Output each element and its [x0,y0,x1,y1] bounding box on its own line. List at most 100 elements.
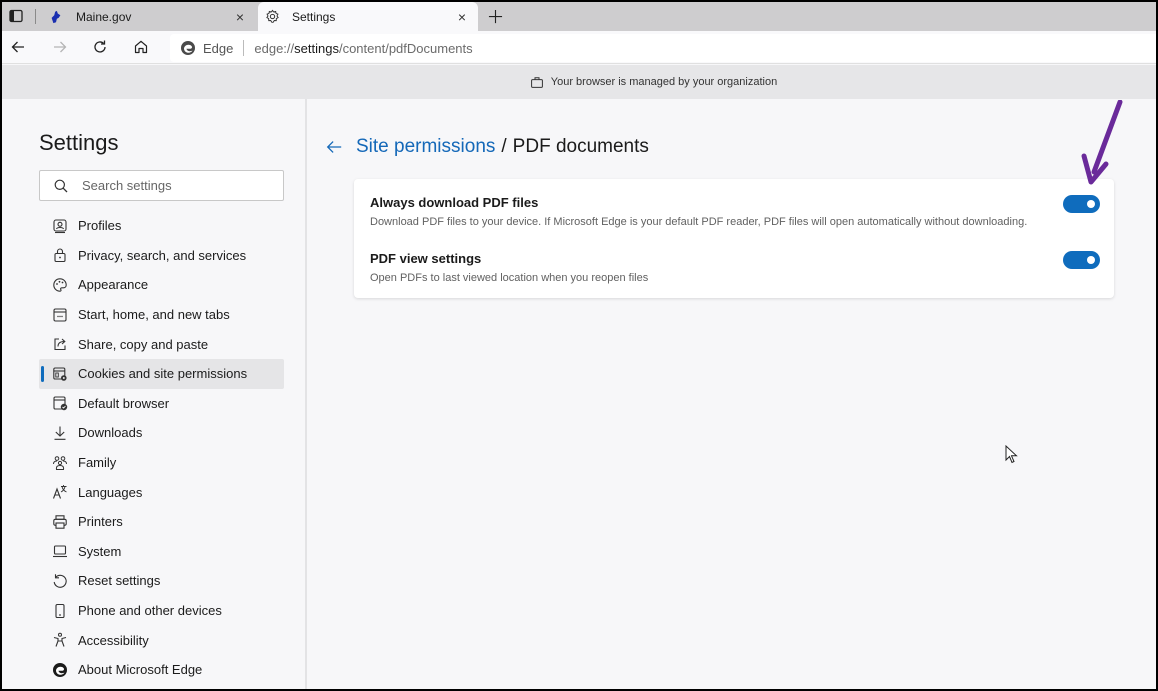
breadcrumb: Site permissions / PDF documents [325,136,649,158]
url-prefix: edge:// [254,40,295,56]
home-button[interactable] [129,35,153,59]
pdf-view-settings-toggle[interactable] [1063,251,1100,269]
settings-nav-list: Profiles Privacy, search, and services A… [39,211,284,685]
accessibility-icon [52,632,68,648]
back-button[interactable] [6,35,30,59]
sidebar-item-appearance[interactable]: Appearance [39,270,284,300]
edge-logo-icon [52,662,68,678]
settings-main-pane: Site permissions / PDF documents Always … [309,99,1156,689]
maine-state-icon [48,9,64,25]
close-tab-icon[interactable]: × [454,9,470,25]
sidebar-item-languages[interactable]: Languages [39,477,284,507]
cookies-permissions-icon [52,366,68,382]
forward-button[interactable] [48,35,72,59]
share-icon [52,336,68,352]
site-identity-label: Edge [203,40,234,56]
setting-always-download-pdf: Always download PDF files Download PDF f… [370,195,1100,228]
sidebar-item-label: Phone and other devices [78,603,222,619]
sidebar-item-cookies-site-permissions[interactable]: Cookies and site permissions [39,358,284,389]
briefcase-icon [530,76,543,88]
setting-title: PDF view settings [370,251,482,266]
managed-banner-text: Your browser is managed by your organiza… [550,76,778,88]
phone-icon [52,603,68,619]
managed-banner: Your browser is managed by your organiza… [2,65,1156,99]
back-to-site-permissions-button[interactable] [325,137,345,157]
profile-icon [52,218,68,234]
tab-divider [35,9,36,24]
tab-settings[interactable]: Settings × [258,2,478,31]
address-separator [243,40,245,56]
page-title: PDF documents [512,136,649,157]
sidebar-item-label: System [78,543,122,559]
navigation-bar: Edge edge://settings/content/pdfDocument… [2,31,1156,64]
tab-maine-gov[interactable]: Maine.gov × [42,2,256,31]
arrow-left-icon [11,41,24,53]
default-browser-icon [52,395,68,411]
settings-sidebar: Settings Profiles Privacy, search, and s… [2,99,307,689]
sidebar-item-label: Appearance [78,277,149,293]
edge-logo-icon [180,40,196,56]
sidebar-item-accessibility[interactable]: Accessibility [39,625,284,655]
sidebar-item-label: Share, copy and paste [78,336,209,352]
sidebar-item-system[interactable]: System [39,537,284,567]
url-text[interactable]: edge://settings/content/pdfDocuments [254,41,472,56]
sidebar-title: Settings [39,130,119,155]
lock-icon [52,247,68,263]
search-settings-box[interactable] [39,170,284,201]
setting-pdf-view: PDF view settings Open PDFs to last view… [370,251,1100,284]
sidebar-item-family[interactable]: Family [39,448,284,478]
setting-description: Open PDFs to last viewed location when y… [370,272,649,284]
address-bar[interactable]: Edge edge://settings/content/pdfDocument… [170,34,1156,62]
sidebar-item-label: Reset settings [78,573,161,589]
url-path: /content/pdfDocuments [338,40,473,56]
browser-window: Maine.gov × Settings × Edge edge://setti… [2,2,1156,689]
sidebar-item-label: Privacy, search, and services [78,247,247,263]
arrow-left-icon [326,141,342,153]
toggle-knob [1087,200,1095,208]
sidebar-item-default-browser[interactable]: Default browser [39,389,284,419]
home-icon [134,40,148,54]
sidebar-item-reset-settings[interactable]: Reset settings [39,566,284,596]
sidebar-item-label: About Microsoft Edge [78,662,203,678]
close-tab-icon[interactable]: × [232,9,248,25]
tab-strip: Maine.gov × Settings × [2,2,1156,31]
family-icon [52,455,68,471]
setting-description: Download PDF files to your device. If Mi… [370,216,1028,228]
gear-icon [264,9,280,25]
start-page-icon [52,307,68,323]
breadcrumb-site-permissions-link[interactable]: Site permissions [356,136,495,158]
sidebar-item-printers[interactable]: Printers [39,507,284,537]
sidebar-item-label: Accessibility [78,632,149,648]
download-icon [52,425,68,441]
url-host: settings [294,40,339,56]
sidebar-item-downloads[interactable]: Downloads [39,418,284,448]
sidebar-item-label: Default browser [78,395,170,411]
sidebar-item-label: Profiles [78,218,122,234]
sidebar-item-label: Cookies and site permissions [78,366,248,382]
sidebar-item-privacy[interactable]: Privacy, search, and services [39,241,284,271]
always-download-pdf-toggle[interactable] [1063,195,1100,213]
palette-icon [52,277,68,293]
printer-icon [52,514,68,530]
sidebar-item-label: Languages [78,484,143,500]
arrow-right-icon [54,41,67,53]
pdf-settings-card: Always download PDF files Download PDF f… [354,179,1114,298]
tab-title: Settings [292,9,336,24]
sidebar-item-label: Start, home, and new tabs [78,307,230,323]
sidebar-item-start-home-tabs[interactable]: Start, home, and new tabs [39,300,284,330]
refresh-button[interactable] [88,35,112,59]
sidebar-item-phone-devices[interactable]: Phone and other devices [39,596,284,626]
sidebar-item-profiles[interactable]: Profiles [39,211,284,241]
languages-icon [52,484,68,500]
sidebar-item-share-copy-paste[interactable]: Share, copy and paste [39,329,284,359]
tab-actions-icon[interactable] [8,8,24,24]
refresh-icon [94,40,106,53]
tab-title: Maine.gov [76,9,132,24]
setting-title: Always download PDF files [370,195,539,210]
new-tab-button[interactable] [485,6,505,26]
reset-icon [52,573,68,589]
sidebar-item-label: Downloads [78,425,143,441]
search-settings-input[interactable] [82,178,283,193]
sidebar-item-about-edge[interactable]: About Microsoft Edge [39,655,284,685]
laptop-icon [52,543,68,559]
